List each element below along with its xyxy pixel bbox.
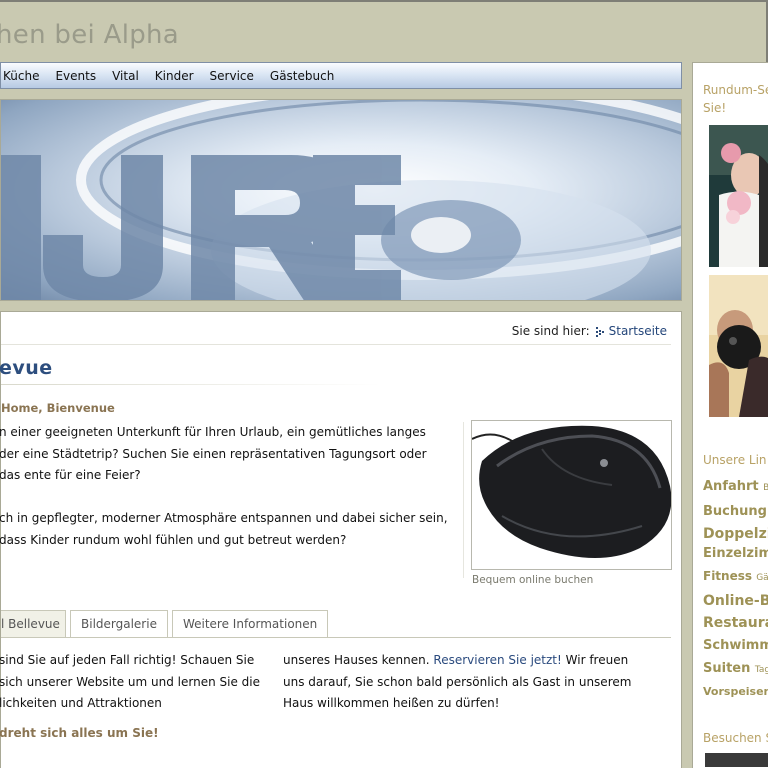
top-border <box>0 0 768 2</box>
breadcrumb-divider <box>1 344 671 345</box>
sidebar-heading-service-line-2: Sie! <box>703 101 727 115</box>
sidebar-link-suiten-tag: Tag <box>754 665 768 675</box>
nav-item-events[interactable]: Events <box>55 69 96 83</box>
intro-text: n einer geeigneten Unterkunft für Ihren … <box>0 422 449 573</box>
booking-image[interactable] <box>471 420 672 570</box>
nav-item-kinder[interactable]: Kinder <box>155 69 194 83</box>
header-banner-image <box>0 99 682 301</box>
wedding-photo[interactable] <box>709 125 768 267</box>
title-underline <box>1 384 381 385</box>
sidebar-link-anfahrt-tag: Ba <box>763 483 768 493</box>
sidebar-link-einzelzimmer[interactable]: Einzelzimm <box>703 544 768 564</box>
sidebar-link-schwimmbad[interactable]: Schwimmb <box>703 634 768 658</box>
sidebar-link-fitness[interactable]: Fitness Gäste <box>703 564 768 590</box>
page-title: evue <box>0 357 53 379</box>
nav-item-service[interactable]: Service <box>210 69 254 83</box>
tagline: dreht sich alles um Sie! <box>0 726 159 740</box>
sidebar-link-doppelzimmer[interactable]: Doppelzim <box>703 524 768 544</box>
sidebar-link-fitness-label: Fitness <box>703 569 753 583</box>
bowling-photo[interactable] <box>709 275 768 417</box>
booking-image-caption: Bequem online buchen <box>472 574 594 586</box>
tabs-divider <box>1 637 671 638</box>
main-content-panel: Sie sind hier: Startseite evue Home, Bie… <box>0 311 682 768</box>
tab-content-right: unseres Hauses kennen. Reservieren Sie j… <box>283 650 643 715</box>
sidebar-link-buchung[interactable]: Buchung O <box>703 500 768 524</box>
tab-bildergalerie[interactable]: Bildergalerie <box>70 610 168 637</box>
sidebar-heading-links: Unsere Lin <box>703 453 767 467</box>
sidebar-link-fitness-tag: Gäste <box>756 573 768 583</box>
tab-weitere-informationen[interactable]: Weitere Informationen <box>171 610 329 637</box>
main-navigation: Küche Events Vital Kinder Service Gästeb… <box>0 62 682 89</box>
tab-content-left: sind Sie auf jeden Fall richtig! Schauen… <box>0 653 260 710</box>
sidebar-link-anfahrt[interactable]: Anfahrt Ba <box>703 475 768 500</box>
sidebar-link-suiten[interactable]: Suiten Tag <box>703 658 768 681</box>
tab-bellevue[interactable]: l Bellevue <box>1 610 66 637</box>
site-title[interactable]: hen bei Alpha <box>0 20 179 50</box>
sidebar-link-list: Anfahrt Ba Buchung O Doppelzim Einzelzim… <box>703 475 768 703</box>
sidebar-heading-service: Rundum-Se Sie! <box>703 81 768 117</box>
intro-paragraph-2: ch in gepflegter, moderner Atmosphäre en… <box>0 511 448 547</box>
content-divider <box>463 422 464 578</box>
sidebar: Rundum-Se Sie! Unsere Lin Anfahrt Ba Buc… <box>692 62 768 768</box>
sidebar-link-restaurant[interactable]: Restaura <box>703 612 768 634</box>
tab-content-right-text-1: unseres Hauses kennen. <box>283 653 434 667</box>
nav-item-vital[interactable]: Vital <box>112 69 139 83</box>
page-subtitle: Home, Bienvenue <box>1 401 115 415</box>
sidebar-link-vorspeisen[interactable]: Vorspeisen <box>703 681 768 703</box>
nav-item-gaestebuch[interactable]: Gästebuch <box>270 69 334 83</box>
breadcrumb-link-startseite[interactable]: Startseite <box>609 324 667 338</box>
breadcrumb-arrow-icon <box>595 326 605 337</box>
social-banner[interactable] <box>705 753 768 767</box>
intro-paragraph-1: n einer geeigneten Unterkunft für Ihren … <box>0 425 427 482</box>
banner-glass-illustration <box>1 100 681 300</box>
sidebar-heading-service-line-1: Rundum-Se <box>703 83 768 97</box>
sidebar-link-online-buchung[interactable]: Online-Bu <box>703 590 768 612</box>
breadcrumb-label: Sie sind hier: <box>511 324 590 338</box>
sidebar-link-suiten-label: Suiten <box>703 661 751 676</box>
sidebar-heading-visit: Besuchen S <box>703 731 768 745</box>
breadcrumb: Sie sind hier: Startseite <box>512 324 667 338</box>
content-tabs: l Bellevue Bildergalerie Weitere Informa… <box>1 610 332 637</box>
sidebar-link-anfahrt-label: Anfahrt <box>703 479 759 494</box>
computer-mouse-image <box>471 425 672 558</box>
reserve-now-link[interactable]: Reservieren Sie jetzt! <box>433 653 561 667</box>
nav-item-kueche[interactable]: Küche <box>3 69 39 83</box>
